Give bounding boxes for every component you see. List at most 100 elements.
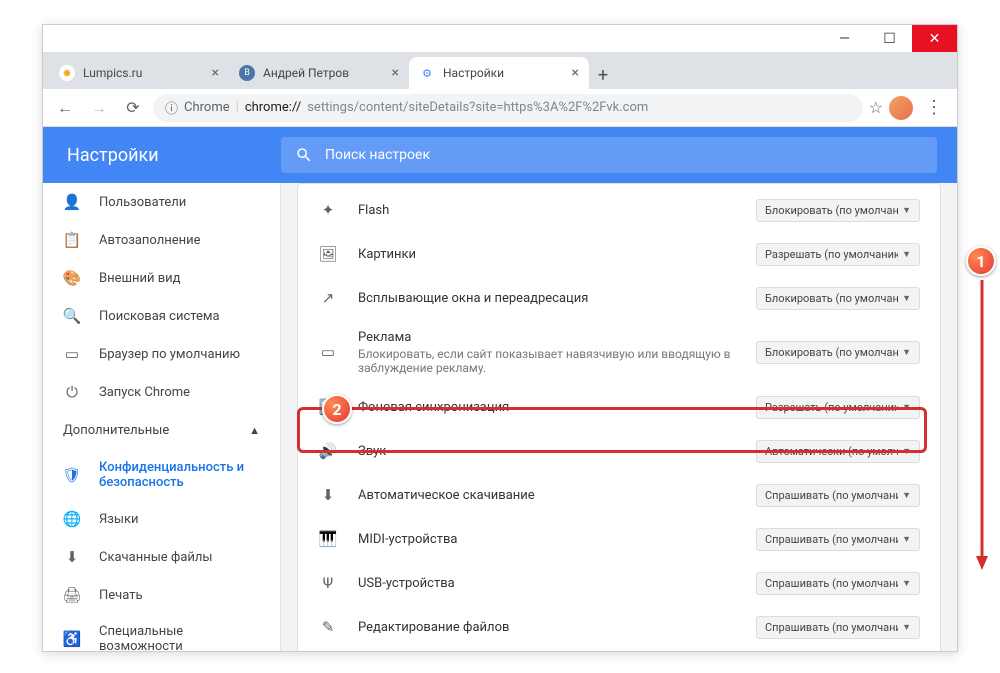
permission-label: Картинки — [358, 247, 736, 262]
forward-button[interactable]: → — [85, 94, 113, 122]
close-button[interactable]: ✕ — [912, 25, 957, 52]
permission-dropdown[interactable]: Автоматически (по умолчанию) ▼ — [756, 440, 920, 463]
close-icon[interactable]: × — [572, 65, 579, 81]
palette-icon: 🎨 — [63, 269, 81, 287]
permission-row: 🖼 Картинки Разрешать (по умолчанию) ▼ — [298, 232, 940, 276]
sidebar-item-label: Пользователи — [99, 195, 186, 210]
tab-strip: ✸ Lumpics.ru × B Андрей Петров × ⚙ Настр… — [43, 53, 957, 89]
tab-lumpics[interactable]: ✸ Lumpics.ru × — [49, 57, 229, 89]
permission-label: Всплывающие окна и переадресация — [358, 291, 736, 306]
sidebar-item-label: Печать — [99, 588, 143, 603]
print-icon: 🖨 — [63, 586, 81, 604]
sidebar-item-label: Внешний вид — [99, 271, 181, 286]
download-icon: ⬇ — [63, 548, 81, 566]
permission-dropdown[interactable]: Спрашивать (по умолчанию)▼ — [756, 484, 920, 507]
chevron-down-icon: ▼ — [902, 249, 911, 260]
dropdown-value: Блокировать (по умолчанию) — [765, 292, 898, 305]
tab-settings[interactable]: ⚙ Настройки × — [409, 57, 589, 89]
maximize-button[interactable]: ☐ — [867, 25, 912, 52]
chevron-up-icon: ▲ — [249, 424, 260, 437]
sidebar-item-label: Запуск Chrome — [99, 385, 190, 400]
permission-row: ▭РекламаБлокировать, если сайт показывае… — [298, 320, 940, 385]
person-icon: 👤 — [63, 193, 81, 211]
close-icon[interactable]: × — [392, 65, 399, 81]
settings-main: ✦FlashБлокировать (по умолчанию)▼🖼Картин… — [281, 183, 957, 651]
profile-avatar[interactable] — [889, 96, 913, 120]
permission-row: ✦Доступ к плагинам вне тестовой средыСпр… — [298, 649, 940, 651]
usb-icon: Ψ — [318, 573, 338, 593]
dropdown-value: Спрашивать (по умолчанию) — [765, 621, 898, 634]
permission-dropdown[interactable]: Разрешать (по умолчанию)▼ — [756, 396, 920, 419]
permission-row: Ψ USB-устройства Спрашивать (по умолчанию)… — [298, 561, 940, 605]
permission-dropdown[interactable]: Разрешать (по умолчанию) ▼ — [756, 243, 920, 266]
sidebar-item[interactable]: ♿Специальные возможности — [43, 614, 280, 651]
dropdown-value: Автоматически (по умолчанию) — [765, 445, 898, 458]
tab-label: Lumpics.ru — [83, 66, 142, 80]
sidebar-item[interactable]: 🛡Конфиденциальность и безопасность — [43, 450, 280, 500]
favicon-icon: ✸ — [59, 65, 75, 81]
dropdown-value: Блокировать (по умолчанию) — [765, 204, 898, 217]
sidebar-item[interactable]: 🖨 Печать — [43, 576, 280, 614]
chevron-down-icon: ▼ — [902, 578, 911, 589]
info-icon: ⓘ — [165, 98, 178, 117]
popup-icon: ↗ — [318, 288, 338, 308]
sidebar-item-label: Скачанные файлы — [99, 550, 213, 565]
sidebar-item[interactable]: ⏻Запуск Chrome — [43, 373, 280, 411]
assignment-icon: 📋 — [63, 231, 81, 249]
settings-header: Настройки Поиск настроек — [43, 127, 957, 183]
permission-row: ↗ Всплывающие окна и переадресация Блокиро… — [298, 276, 940, 320]
menu-icon[interactable]: ⋮ — [919, 97, 949, 118]
permission-dropdown[interactable]: Блокировать (по умолчанию)▼ — [756, 341, 920, 364]
permission-label: Реклама — [358, 330, 736, 345]
sidebar-item-label: Поисковая система — [99, 309, 220, 324]
sidebar-item[interactable]: 🎨 Внешний вид — [43, 259, 280, 297]
chevron-down-icon: ▼ — [902, 534, 911, 545]
tab-vk[interactable]: B Андрей Петров × — [229, 57, 409, 89]
chevron-down-icon: ▼ — [902, 490, 911, 501]
new-tab-button[interactable]: + — [589, 61, 617, 89]
callout-2: 2 — [322, 394, 352, 424]
page-title: Настройки — [43, 145, 281, 166]
dropdown-value: Спрашивать (по умолчанию) — [765, 533, 898, 546]
permission-dropdown[interactable]: Спрашивать (по умолчанию) ▼ — [756, 528, 920, 551]
sidebar-item[interactable]: 👤 Пользователи — [43, 183, 280, 221]
permission-label: Фоновая синхронизация — [358, 400, 736, 415]
permission-dropdown[interactable]: Спрашивать (по умолчанию)▼ — [756, 616, 920, 639]
sidebar-section-advanced[interactable]: Дополнительные▲ — [43, 411, 280, 450]
chevron-down-icon: ▼ — [902, 446, 911, 457]
sidebar-item-label: Браузер по умолчанию — [99, 347, 240, 362]
sidebar-item[interactable]: ▭Браузер по умолчанию — [43, 335, 280, 373]
bookmark-icon[interactable]: ☆ — [869, 98, 883, 117]
search-input[interactable]: Поиск настроек — [281, 137, 937, 173]
settings-sidebar: 👤 Пользователи 📋Автозаполнение 🎨 Внешний вид… — [43, 183, 281, 651]
permission-row: ⬇Автоматическое скачиваниеСпрашивать (по… — [298, 473, 940, 517]
permission-dropdown[interactable]: Спрашивать (по умолчанию)▼ — [756, 572, 920, 595]
sidebar-item[interactable]: 📋Автозаполнение — [43, 221, 280, 259]
permission-dropdown[interactable]: Блокировать (по умолчанию)▼ — [756, 287, 920, 310]
permission-dropdown[interactable]: Блокировать (по умолчанию)▼ — [756, 199, 920, 222]
close-icon[interactable]: × — [212, 65, 219, 81]
sidebar-item[interactable]: 🔍Поисковая система — [43, 297, 280, 335]
permission-label: Flash — [358, 203, 736, 218]
sidebar-item[interactable]: ⬇ Скачанные файлы — [43, 538, 280, 576]
dropdown-value: Разрешать (по умолчанию) — [765, 248, 898, 261]
permissions-card: ✦FlashБлокировать (по умолчанию)▼🖼Картин… — [297, 183, 941, 651]
permission-label: USB-устройства — [358, 576, 736, 591]
permission-label: Звук — [358, 444, 736, 459]
shield-icon: 🛡 — [63, 466, 81, 484]
chevron-down-icon: ▼ — [902, 402, 911, 413]
sidebar-item-label: Языки — [99, 512, 139, 527]
back-button[interactable]: ← — [51, 94, 79, 122]
permission-row: 🔊ЗвукАвтоматически (по умолчанию)▼ — [298, 429, 940, 473]
permission-row: ✦FlashБлокировать (по умолчанию)▼ — [298, 188, 940, 232]
permission-label: Редактирование файлов — [358, 620, 736, 635]
minimize-button[interactable]: — — [822, 25, 867, 52]
accessibility-icon: ♿ — [63, 630, 81, 648]
reload-button[interactable]: ⟳ — [119, 94, 147, 122]
callout-1: 1 — [966, 246, 996, 276]
image-icon: 🖼 — [318, 244, 338, 264]
address-bar[interactable]: ⓘ Chrome | chrome://settings/content/sit… — [153, 94, 863, 122]
sidebar-item[interactable]: 🌐Языки — [43, 500, 280, 538]
download-icon: ⬇ — [318, 485, 338, 505]
tab-label: Настройки — [443, 66, 504, 80]
